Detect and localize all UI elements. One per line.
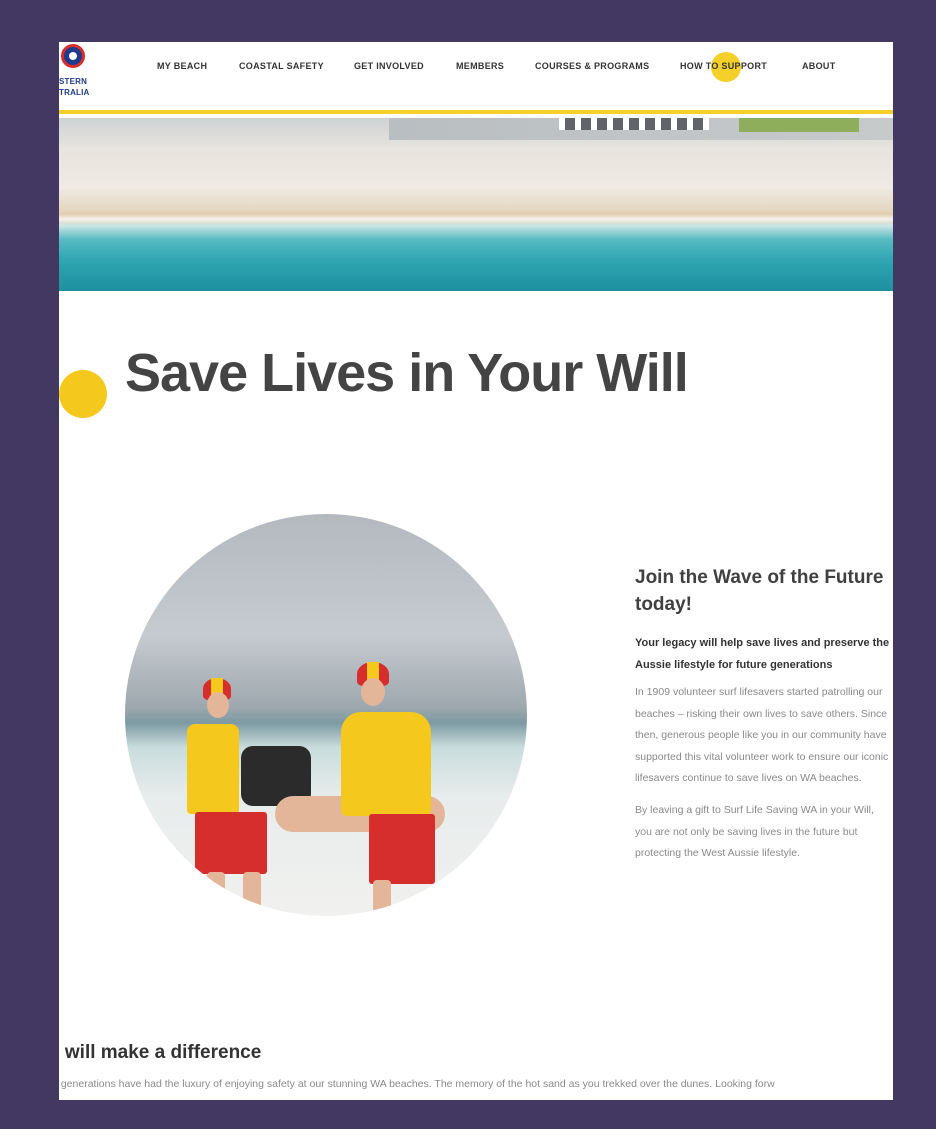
nav-item-about[interactable]: ABOUT: [802, 61, 836, 71]
nav-item-coastal-safety[interactable]: COASTAL SAFETY: [239, 61, 324, 71]
nav-item-my-beach[interactable]: MY BEACH: [157, 61, 207, 71]
logo-text-line1: STERN: [59, 77, 88, 86]
section-lead-text: Your legacy will help save lives and pre…: [635, 637, 890, 671]
section-paragraph-1: In 1909 volunteer surf lifesavers starte…: [635, 686, 889, 784]
lifesavers-photo: [125, 514, 527, 916]
difference-heading: u will make a difference: [59, 1042, 262, 1063]
top-navigation: STERN TRALIA MY BEACH COASTAL SAFETY GET…: [59, 42, 893, 114]
browser-viewport: STERN TRALIA MY BEACH COASTAL SAFETY GET…: [59, 42, 893, 1100]
title-accent-dot: [59, 370, 107, 418]
difference-body-text: t generations have had the luxury of enj…: [59, 1078, 775, 1090]
hero-beach-image: [59, 118, 893, 291]
nav-item-courses-programs[interactable]: COURSES & PROGRAMS: [535, 61, 649, 71]
nav-item-get-involved[interactable]: GET INVOLVED: [354, 61, 424, 71]
section-heading: Join the Wave of the Future today!: [635, 567, 884, 615]
nav-item-how-to-support[interactable]: HOW TO SUPPORT: [680, 61, 767, 71]
hero-pavilion: [559, 118, 709, 130]
logo-text-line2: TRALIA: [59, 88, 90, 97]
hero-wave-foam: [59, 214, 893, 224]
hero-grass: [739, 118, 859, 132]
section-paragraph-2: By leaving a gift to Surf Life Saving WA…: [635, 804, 874, 859]
page-title: Save Lives in Your Will: [125, 343, 689, 403]
logo-emblem-icon: [61, 44, 85, 68]
site-logo[interactable]: STERN TRALIA: [59, 42, 99, 104]
nav-item-members[interactable]: MEMBERS: [456, 61, 504, 71]
